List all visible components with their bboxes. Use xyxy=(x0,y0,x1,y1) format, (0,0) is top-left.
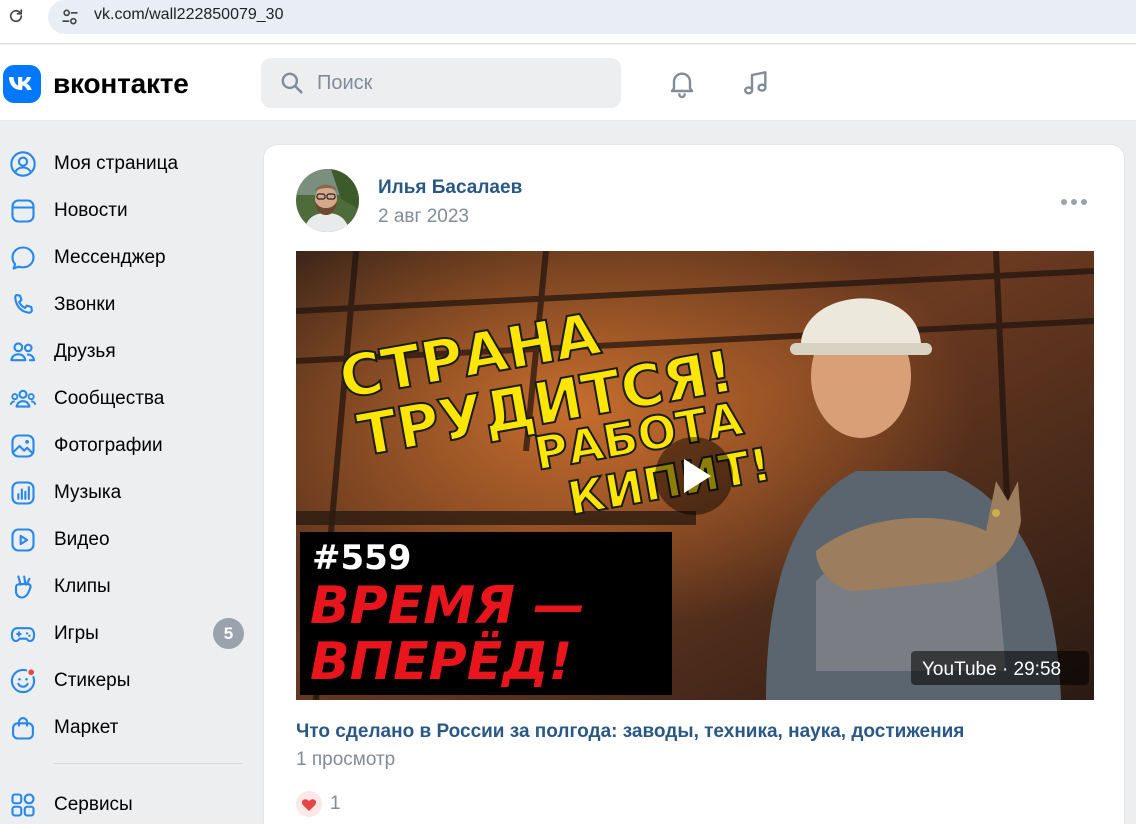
thumb-red-line-1: ВРЕМЯ — xyxy=(310,576,585,636)
games-count-badge: 5 xyxy=(213,618,244,649)
sidebar-item-label: Стикеры xyxy=(54,669,131,691)
sidebar-item-communities[interactable]: Сообщества xyxy=(0,375,250,422)
sidebar-item-services[interactable]: Сервисы xyxy=(0,781,250,824)
music-note-icon[interactable] xyxy=(736,63,776,103)
vk-logo[interactable]: вконтакте xyxy=(3,65,189,103)
sidebar-item-label: Клипы xyxy=(54,575,111,597)
phone-icon xyxy=(8,290,38,320)
sidebar-item-clips[interactable]: Клипы xyxy=(0,563,250,610)
news-icon xyxy=(8,196,38,226)
search-icon xyxy=(281,72,303,94)
sidebar-item-label: Сервисы xyxy=(54,793,133,815)
sidebar-item-label: Друзья xyxy=(54,340,116,362)
bell-icon[interactable] xyxy=(662,63,702,103)
play-icon[interactable] xyxy=(655,437,733,515)
post-author-name[interactable]: Илья Басалаев xyxy=(378,177,522,199)
search-box[interactable] xyxy=(261,58,621,108)
sidebar-item-label: Сообщества xyxy=(54,387,165,409)
thumb-episode-number: #559 xyxy=(312,538,411,578)
sidebar-item-label: Моя страница xyxy=(54,152,179,174)
sidebar-item-friends[interactable]: Друзья xyxy=(0,328,250,375)
music-icon xyxy=(8,478,38,508)
sidebar-item-label: Мессенджер xyxy=(54,246,166,268)
video-thumbnail-art: СТРАНА ТРУДИТСЯ! РАБОТА КИПИТ! #559 ВРЕМ… xyxy=(296,251,1094,700)
vk-logo-icon xyxy=(3,65,41,103)
heart-icon xyxy=(296,791,322,817)
vk-logo-text: вконтакте xyxy=(53,68,189,99)
address-bar[interactable]: vk.com/wall222850079_30 xyxy=(48,0,1136,34)
tune-icon[interactable] xyxy=(58,5,82,29)
author-avatar[interactable] xyxy=(296,169,359,232)
chat-bubble-icon xyxy=(8,243,38,273)
video-icon xyxy=(8,525,38,555)
thumb-red-line-2: ВПЕРЁД! xyxy=(310,631,572,692)
video-title[interactable]: Что сделано в России за полгода: заводы,… xyxy=(296,721,964,743)
sidebar-item-label: Звонки xyxy=(54,293,116,315)
url-text[interactable]: vk.com/wall222850079_30 xyxy=(94,6,283,24)
sidebar-item-messenger[interactable]: Мессенджер xyxy=(0,234,250,281)
friends-icon xyxy=(8,337,38,367)
sidebar-item-video[interactable]: Видео xyxy=(0,516,250,563)
sticker-icon xyxy=(8,666,38,696)
sidebar-item-games[interactable]: Игры 5 xyxy=(0,610,250,657)
like-button[interactable]: 1 xyxy=(296,791,341,817)
communities-icon xyxy=(8,384,38,414)
more-options-icon[interactable] xyxy=(1054,191,1094,213)
view-count: 1 просмотр xyxy=(296,749,396,770)
sidebar-item-news[interactable]: Новости xyxy=(0,187,250,234)
sidebar-item-label: Фотографии xyxy=(54,434,163,456)
sidebar-divider xyxy=(54,763,242,764)
sidebar-item-photos[interactable]: Фотографии xyxy=(0,422,250,469)
browser-toolbar: vk.com/wall222850079_30 xyxy=(0,0,1136,44)
left-sidebar: Моя страница Новости Мессенджер Звонки Д… xyxy=(0,140,250,824)
gamepad-icon xyxy=(8,619,38,649)
sidebar-item-label: Маркет xyxy=(54,716,119,738)
sidebar-item-label: Игры xyxy=(54,622,99,644)
photo-icon xyxy=(8,431,38,461)
like-count: 1 xyxy=(330,793,341,814)
sidebar-item-market[interactable]: Маркет xyxy=(0,704,250,751)
video-source-duration: YouTube · 29:58 xyxy=(922,659,1061,680)
sidebar-item-stickers[interactable]: Стикеры xyxy=(0,657,250,704)
clips-icon xyxy=(8,572,38,602)
sidebar-item-my-page[interactable]: Моя страница xyxy=(0,140,250,187)
user-circle-icon xyxy=(8,149,38,179)
vk-header: вконтакте xyxy=(0,45,1136,121)
post-date[interactable]: 2 авг 2023 xyxy=(378,206,469,228)
sidebar-item-label: Видео xyxy=(54,528,110,550)
wall-post: Илья Басалаев 2 авг 2023 СТРАНА ТРУДИТСЯ… xyxy=(263,144,1125,824)
shopping-bag-icon xyxy=(8,713,38,743)
video-thumbnail[interactable]: СТРАНА ТРУДИТСЯ! РАБОТА КИПИТ! #559 ВРЕМ… xyxy=(296,251,1094,700)
reload-icon[interactable] xyxy=(4,4,28,28)
services-grid-icon xyxy=(8,790,38,820)
sidebar-item-label: Новости xyxy=(54,199,128,221)
sidebar-item-label: Музыка xyxy=(54,481,122,503)
sidebar-item-music[interactable]: Музыка xyxy=(0,469,250,516)
search-input[interactable] xyxy=(317,68,607,98)
sidebar-item-calls[interactable]: Звонки xyxy=(0,281,250,328)
